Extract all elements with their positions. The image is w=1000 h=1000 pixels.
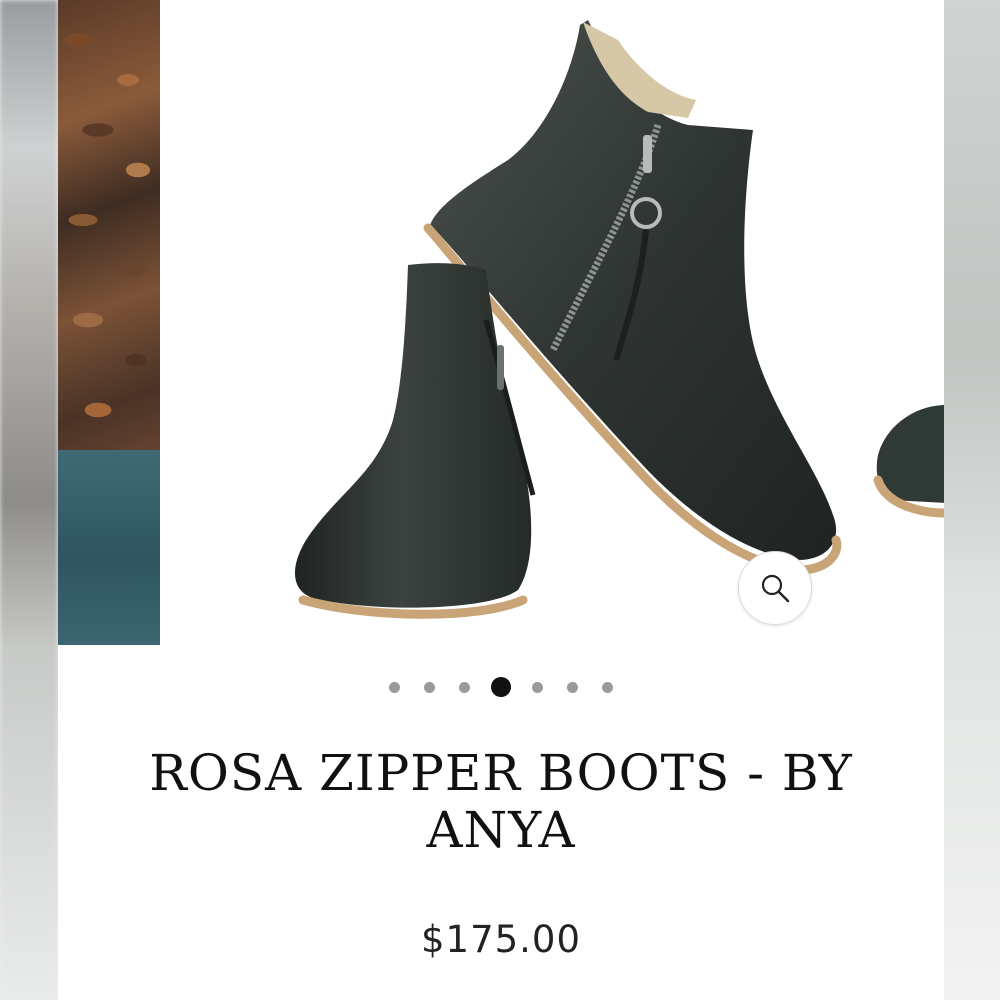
product-card: ROSA ZIPPER BOOTS - BY ANYA $175.00 [58,0,944,1000]
carousel-dot-1[interactable] [389,681,400,693]
next-slide-peek[interactable] [866,395,944,535]
search-icon [761,574,790,603]
carousel-dot-5[interactable] [532,681,543,693]
zoom-button[interactable] [738,551,812,625]
carousel-dot-3[interactable] [459,681,470,693]
product-title: ROSA ZIPPER BOOTS - BY ANYA [149,744,853,859]
previous-slide-peek[interactable] [58,0,160,645]
carousel-pagination [58,676,944,698]
autumn-leaves-photo [58,0,160,462]
product-image[interactable] [218,0,898,650]
carousel-dot-6[interactable] [567,681,578,693]
carousel-dot-7[interactable] [602,681,613,693]
blurred-backdrop-right [944,0,1000,1000]
product-price: $175.00 [420,918,581,961]
carousel-dot-4-active[interactable] [491,677,511,697]
carousel-dot-2[interactable] [424,681,435,693]
blue-boot-photo [58,450,160,645]
blurred-backdrop-left [0,0,58,1000]
